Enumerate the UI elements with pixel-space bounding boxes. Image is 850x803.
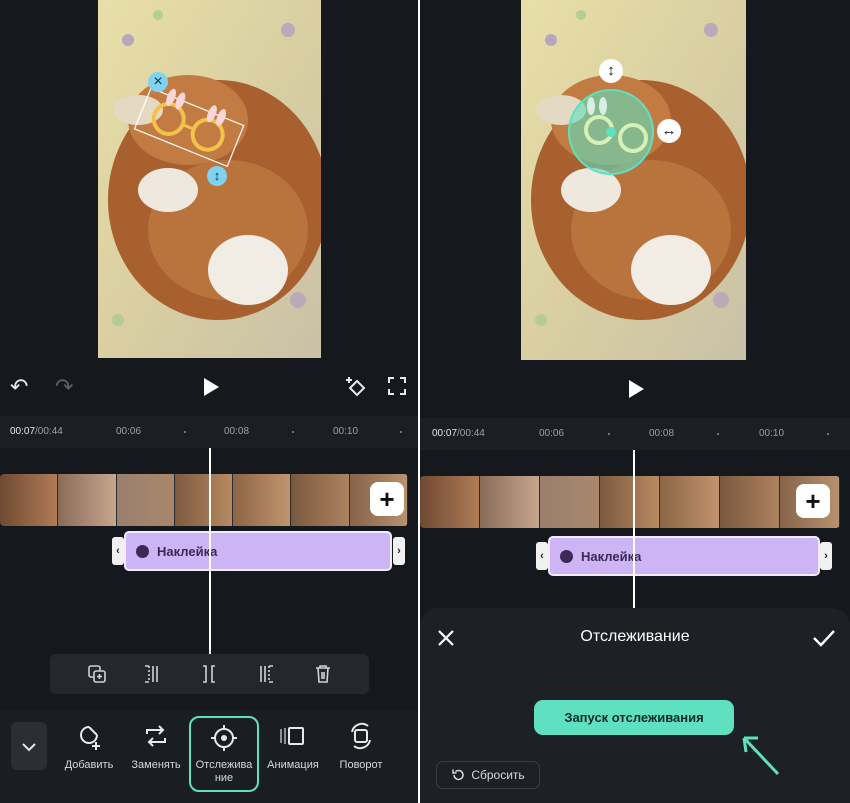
duplicate-button[interactable] <box>72 654 122 694</box>
menu-item-label: Поворот <box>339 759 383 771</box>
tick-label: 00:08 <box>224 426 250 437</box>
redo-icon[interactable]: ↷ <box>55 374 73 400</box>
chevron-down-icon <box>22 743 36 752</box>
rotate-icon <box>351 722 371 750</box>
start-tracking-button[interactable]: Запуск отслеживания <box>534 700 734 735</box>
split-button[interactable] <box>184 654 234 694</box>
split-icon <box>203 665 215 683</box>
menu-item-animation[interactable]: Анимация <box>260 710 326 796</box>
menu-item-rotate[interactable]: Поворот <box>328 710 394 796</box>
sticker-icon <box>560 549 573 563</box>
delete-button[interactable] <box>298 654 348 694</box>
animation-icon <box>280 727 304 745</box>
add-clip-button[interactable]: + <box>796 484 830 518</box>
duplicate-icon <box>88 665 106 683</box>
reset-button-label: Сбросить <box>471 768 525 782</box>
video-track[interactable] <box>0 474 408 526</box>
arrow-pointer-icon <box>742 736 780 776</box>
tick-label: 00:06 <box>116 426 142 437</box>
sticker-glasses-selected[interactable] <box>128 70 248 190</box>
tick-label: 00:10 <box>759 428 785 439</box>
time-readout: 00:07/00:44 <box>10 426 63 437</box>
playhead[interactable] <box>633 450 635 608</box>
sheet-title: Отслеживание <box>580 628 690 645</box>
sticker-icon <box>136 544 149 558</box>
undo-icon[interactable]: ↶ <box>10 374 28 400</box>
split-right-icon <box>260 665 273 683</box>
editor-panel-right: ↕ ↔ 00:07/00:44 00:06 00:08 00:10 + ‹ На… <box>420 0 850 803</box>
split-left-button[interactable] <box>128 654 178 694</box>
add-sticker-icon <box>80 726 100 750</box>
playhead[interactable] <box>209 448 211 654</box>
fullscreen-icon[interactable] <box>387 376 407 396</box>
time-readout: 00:07/00:44 <box>432 428 485 439</box>
tracking-icon <box>211 725 237 751</box>
playback-bar: ↶ ↷ <box>0 370 418 404</box>
clip-trim-left-handle[interactable]: ‹ <box>536 542 548 570</box>
tracking-target-circle[interactable] <box>561 82 671 192</box>
playback-bar <box>420 372 850 406</box>
add-clip-button[interactable]: + <box>370 482 404 516</box>
keyframe-add-icon[interactable] <box>345 375 369 399</box>
play-icon[interactable] <box>201 376 221 398</box>
confirm-check-icon[interactable] <box>812 628 836 648</box>
video-preview[interactable]: × ↕ <box>98 0 321 358</box>
video-preview[interactable]: ↕ ↔ <box>521 0 746 360</box>
clip-trim-left-handle[interactable]: ‹ <box>112 537 124 565</box>
sticker-delete-handle-icon[interactable]: × <box>148 72 168 92</box>
menu-item-label: Добавить <box>64 759 114 771</box>
menu-item-label: Отслежива ние <box>195 759 253 784</box>
reset-button[interactable]: Сбросить <box>436 761 540 789</box>
sticker-scale-handle-icon[interactable]: ↕ <box>207 166 227 186</box>
trash-icon <box>316 665 330 683</box>
tick-label: 00:06 <box>539 428 565 439</box>
bottom-menu: Добавить Заменять Отслежива ние Анимация <box>0 710 418 803</box>
sticker-clip[interactable]: Наклейка <box>548 536 820 576</box>
timeline-ruler[interactable]: 00:07/00:44 00:06 00:08 00:10 <box>0 416 418 448</box>
reset-icon <box>452 769 465 781</box>
editor-panel-left: × ↕ ↶ ↷ 00:07/00:44 00:06 00:08 00:10 + … <box>0 0 418 803</box>
clip-trim-right-handle[interactable]: › <box>820 542 832 570</box>
play-icon[interactable] <box>626 378 646 400</box>
menu-item-label: Заменять <box>131 759 181 771</box>
clip-trim-right-handle[interactable]: › <box>393 537 405 565</box>
clip-edit-toolbar <box>50 654 369 694</box>
video-track[interactable] <box>420 476 840 528</box>
vertical-resize-handle-icon[interactable]: ↕ <box>599 59 623 83</box>
menu-item-replace[interactable]: Заменять <box>123 710 189 796</box>
tracking-sheet: Отслеживание Запуск отслеживания Сбросит… <box>420 608 850 803</box>
menu-item-add[interactable]: Добавить <box>56 710 122 796</box>
replace-icon <box>146 725 166 747</box>
horizontal-resize-handle-icon[interactable]: ↔ <box>657 119 681 143</box>
tick-label: 00:10 <box>333 426 359 437</box>
menu-item-label: Анимация <box>267 759 319 771</box>
menu-item-tracking[interactable]: Отслежива ние <box>189 716 259 792</box>
tick-label: 00:08 <box>649 428 675 439</box>
split-right-button[interactable] <box>240 654 290 694</box>
sticker-clip[interactable]: Наклейка <box>124 531 392 571</box>
collapse-button[interactable] <box>11 722 47 770</box>
split-left-icon <box>145 665 158 683</box>
timeline-ruler[interactable]: 00:07/00:44 00:06 00:08 00:10 <box>420 418 850 450</box>
